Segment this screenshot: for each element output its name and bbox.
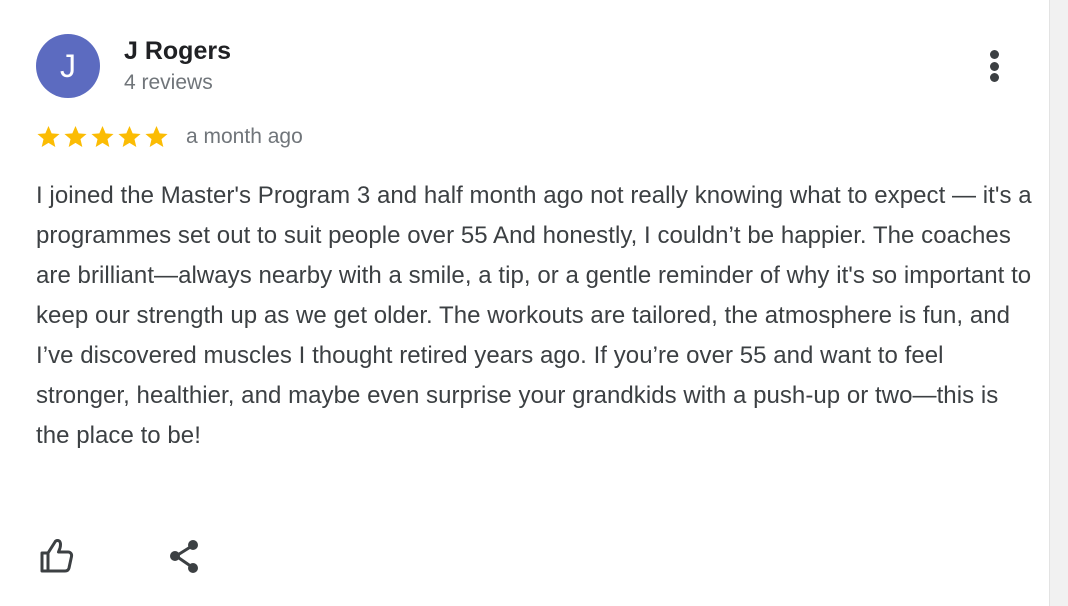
- star-icon: [91, 125, 114, 147]
- share-button[interactable]: [162, 534, 206, 578]
- rating-row: a month ago: [35, 122, 303, 152]
- avatar-initial: J: [60, 48, 76, 84]
- review-date: a month ago: [186, 125, 303, 148]
- more-vert-icon-dot: [989, 73, 999, 82]
- page-edge: [1049, 0, 1068, 606]
- reviewer-name[interactable]: J Rogers: [124, 36, 231, 66]
- star-icon: [64, 125, 87, 147]
- more-vert-icon-dot: [989, 61, 999, 71]
- review-text: I joined the Master's Program 3 and half…: [36, 182, 1032, 449]
- avatar[interactable]: J: [36, 34, 100, 98]
- review-card: J J Rogers 4 reviews a month ago I joine…: [0, 0, 1049, 606]
- star-rating: [35, 124, 170, 150]
- review-page: J J Rogers 4 reviews a month ago I joine…: [0, 0, 1068, 606]
- star-icon: [118, 125, 141, 147]
- more-vert-icon: [989, 50, 999, 59]
- thumbs-up-icon: [40, 539, 74, 573]
- star-icon: [145, 125, 168, 147]
- more-options-button[interactable]: [976, 46, 1012, 86]
- review-count: 4 reviews: [124, 71, 213, 94]
- star-icon: [37, 125, 60, 147]
- share-icon: [170, 540, 198, 573]
- like-button[interactable]: [34, 534, 78, 578]
